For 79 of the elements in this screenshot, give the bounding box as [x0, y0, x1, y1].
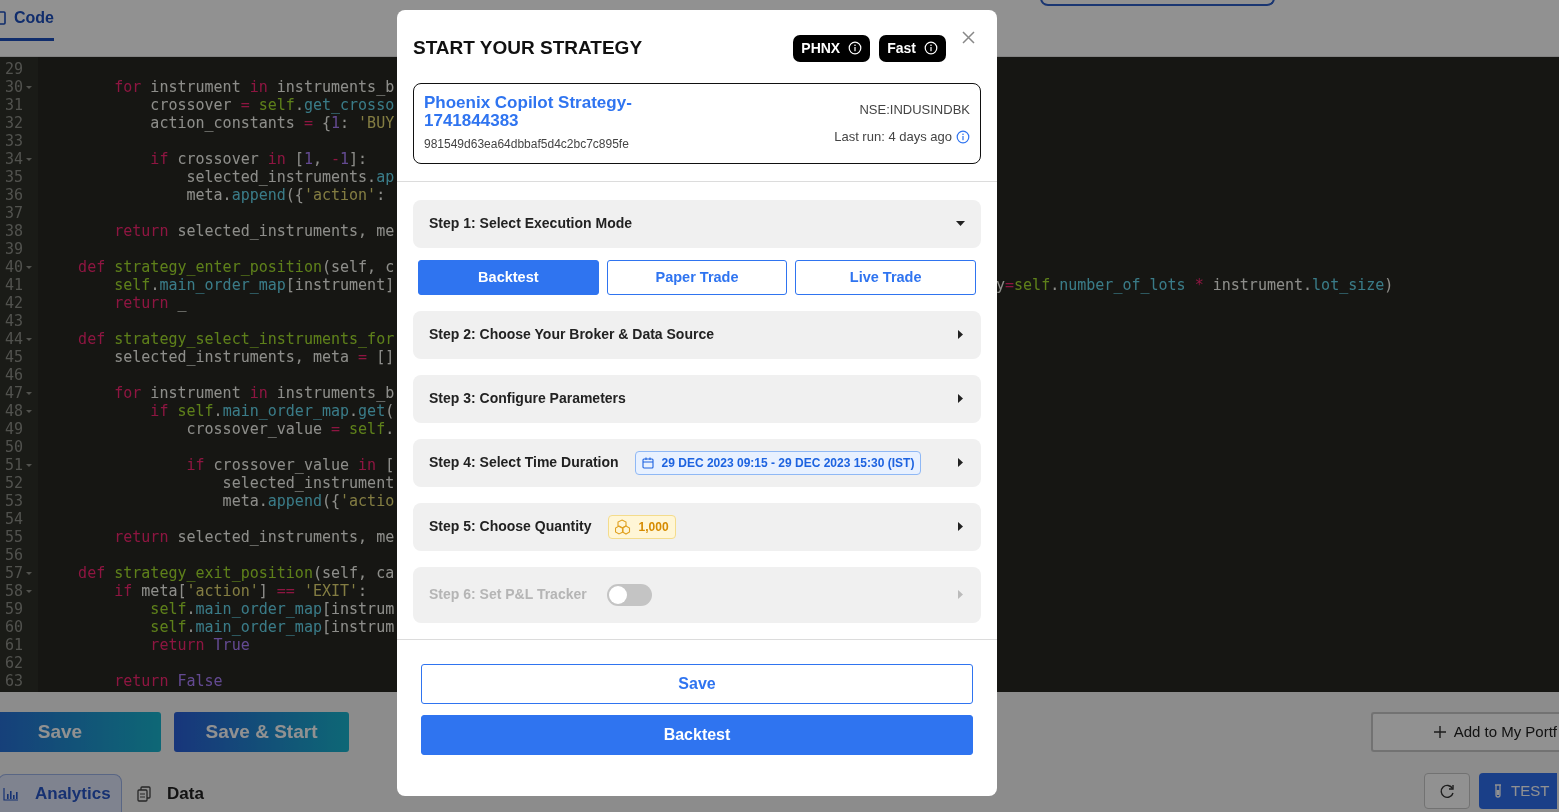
code-line: return True [149, 636, 250, 654]
instrument-symbol: NSE:INDUSINDBK [859, 100, 970, 119]
code-line: selected_instruments, meta = [] [113, 348, 395, 366]
save-button[interactable]: Save [421, 663, 973, 704]
code-line: return False [113, 672, 223, 690]
close-icon[interactable] [962, 31, 975, 44]
chart-icon [3, 787, 19, 801]
bottom-tab[interactable]: Data [122, 774, 219, 812]
fold-icon[interactable] [26, 391, 33, 395]
info-icon [848, 41, 863, 56]
code-line: self.main_order_map[instrum [149, 618, 395, 636]
strategy-id: 981549d63ea64dbbaf5d4c2bc7c895fe [424, 135, 630, 153]
caret-right-icon [958, 590, 963, 600]
code-line: return selected_instruments, me [113, 222, 395, 240]
code-tab[interactable]: Code [0, 0, 54, 41]
code-line: def strategy_enter_position(self, c [77, 258, 395, 276]
caret-right-icon [958, 458, 963, 468]
code-line: for instrument in instruments_b [113, 78, 395, 96]
mode-option[interactable]: Paper Trade [606, 259, 788, 295]
caret-right-icon [958, 330, 963, 340]
save-and-start-button[interactable]: Save & Start [174, 712, 349, 752]
test-tube-icon [1493, 784, 1503, 798]
code-line: if meta['action'] == 'EXIT': [113, 582, 368, 600]
refresh-icon [1439, 783, 1455, 799]
step-header[interactable]: Step 3: Configure Parameters [413, 374, 981, 423]
step-header[interactable]: Step 5: Choose Quantity 1,000 [413, 502, 981, 551]
code-line: meta.append({'actio [221, 492, 395, 510]
strategy-name[interactable]: Phoenix Copilot Strategy-1741844383 [424, 93, 664, 131]
documents-icon [137, 786, 151, 802]
plus-icon [1433, 726, 1446, 738]
info-badge[interactable]: Fast [879, 34, 946, 62]
code-line: def strategy_select_instruments_for [77, 330, 395, 348]
fold-icon[interactable] [26, 463, 33, 467]
backtest-button[interactable]: Backtest [421, 714, 973, 755]
test-button[interactable]: TEST [1479, 773, 1557, 809]
info-badge[interactable]: PHNX [793, 34, 871, 62]
code-line: return selected_instruments, me [113, 528, 395, 546]
fold-icon[interactable] [26, 589, 33, 593]
info-icon[interactable] [956, 129, 970, 144]
calendar-icon [641, 456, 654, 469]
code-line: def strategy_exit_position(self, ca [77, 564, 395, 582]
caret-right-icon [958, 394, 963, 404]
code-line: crossover_value = self. [185, 420, 395, 438]
code-line: crossover = self.get_crosso [149, 96, 395, 114]
step-header[interactable]: Step 1: Select Execution Mode [413, 199, 981, 248]
date-range-chip[interactable]: 29 DEC 2023 09:15 - 29 DEC 2023 15:30 (IST) [634, 450, 922, 475]
last-run-text: Last run: 4 days ago [834, 128, 952, 147]
add-to-portfolio-button[interactable]: Add to My Portf [1371, 712, 1559, 752]
code-line: if self.main_order_map.get( [149, 402, 395, 420]
code-line: for instrument in instruments_b [113, 384, 395, 402]
quantity-chip[interactable]: 1,000 [607, 514, 676, 539]
fold-icon[interactable] [26, 265, 33, 269]
code-line: self.main_order_map[instrument] [113, 276, 395, 294]
code-line: if crossover in [1, -1]: [149, 150, 368, 168]
caret-right-icon [958, 522, 963, 532]
fold-icon[interactable] [26, 337, 33, 341]
mode-option[interactable]: Live Trade [795, 259, 976, 295]
fold-icon[interactable] [26, 85, 33, 89]
step-header[interactable]: Step 2: Choose Your Broker & Data Source [413, 310, 981, 359]
fold-icon[interactable] [26, 157, 33, 161]
save-button[interactable]: Save [0, 712, 161, 752]
code-line: return _ [113, 294, 187, 312]
code-line: selected_instrument [221, 474, 395, 492]
code-line: action_constants = {1: 'BUY [149, 114, 395, 132]
bottom-tab[interactable]: Analytics [0, 774, 122, 812]
code-line: self.main_order_map[instrum [149, 600, 395, 618]
code-line: meta.append({'action': [185, 186, 386, 204]
dialog-title: START YOUR STRATEGY [413, 36, 644, 60]
refresh-button[interactable] [1424, 773, 1470, 809]
cubes-icon [614, 518, 631, 535]
mode-option[interactable]: Backtest [418, 259, 599, 295]
info-icon [924, 41, 938, 56]
code-line: selected_instruments.ap [185, 168, 395, 186]
code-line: if crossover_value in [ [185, 456, 395, 474]
fold-icon[interactable] [26, 409, 33, 413]
caret-down-icon [956, 221, 965, 227]
fold-icon[interactable] [26, 571, 33, 575]
step-header[interactable]: Step 4: Select Time Duration 29 DEC 2023 09:15 - 29 DEC 2023 15:30 (IST) [413, 438, 981, 487]
code-line: y=self.number_of_lots * instrument.lot_size) [996, 276, 1394, 294]
